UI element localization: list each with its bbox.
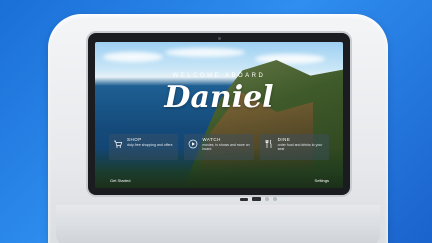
cart-icon — [114, 140, 123, 148]
camera-icon — [218, 37, 221, 40]
welcome-heading: WELCOME ABOARD — [172, 73, 266, 79]
tile-title: DINE — [277, 137, 291, 142]
tile-description: order food and drinks to your seat — [277, 143, 323, 151]
cloud-decoration — [103, 52, 163, 62]
tile-description: movies, tv shows and more on board — [202, 143, 250, 151]
play-icon — [188, 139, 198, 149]
hardware-controls — [240, 197, 277, 201]
card-slot — [240, 197, 248, 201]
passenger-name: Daniel — [164, 80, 274, 115]
tile-description: duty-free shopping and offers — [127, 143, 173, 147]
tile-dine[interactable]: DINE order food and drinks to your seat — [259, 134, 329, 160]
cloud-decoration — [255, 54, 325, 64]
cutlery-icon — [265, 139, 272, 148]
usb-port-icon[interactable] — [252, 197, 261, 201]
brightness-button[interactable] — [273, 197, 277, 201]
get-started-link[interactable]: Get Started — [110, 178, 130, 183]
menu-tiles: SHOP duty-free shopping and offers WATCH… — [109, 134, 329, 160]
volume-button[interactable] — [265, 197, 269, 201]
entertainment-screen[interactable]: WELCOME ABOARD Daniel SHOP duty-free sho… — [95, 42, 343, 188]
seat-lower-panel — [56, 205, 380, 243]
settings-link[interactable]: Settings — [315, 178, 329, 183]
cloud-decoration — [165, 48, 245, 57]
tile-title: SHOP — [127, 137, 142, 142]
tile-title: WATCH — [202, 137, 221, 142]
tile-watch[interactable]: WATCH movies, tv shows and more on board — [184, 134, 254, 160]
tile-shop[interactable]: SHOP duty-free shopping and offers — [109, 134, 179, 160]
